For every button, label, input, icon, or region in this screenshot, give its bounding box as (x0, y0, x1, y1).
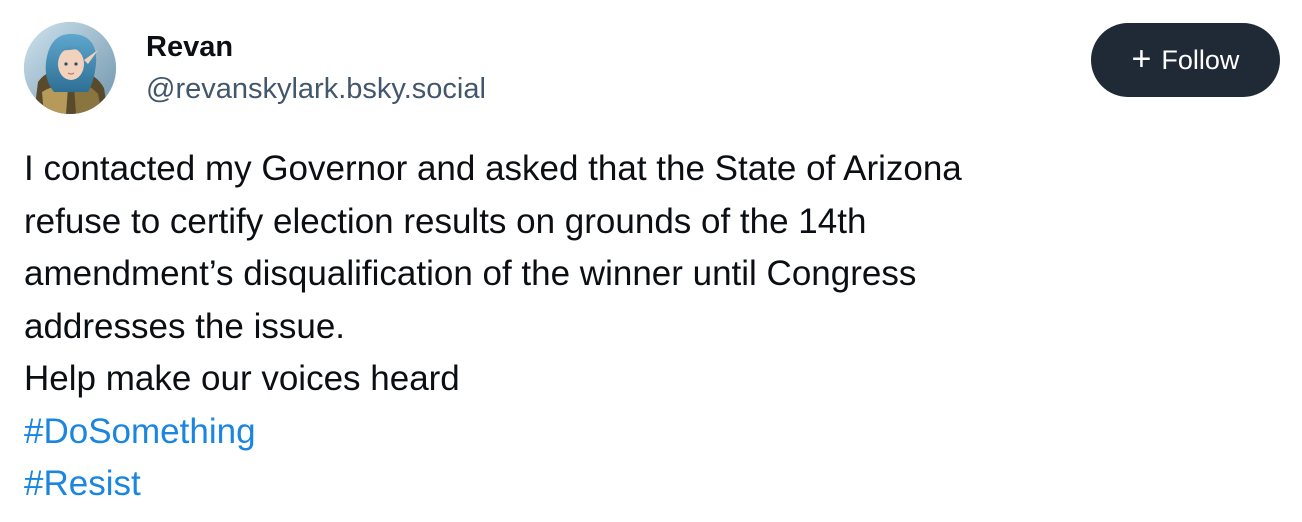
post-header: Revan @revanskylark.bsky.social (24, 22, 486, 114)
author-info: Revan @revanskylark.bsky.social (146, 29, 486, 107)
hashtag-link-resist[interactable]: #Resist (24, 458, 1264, 511)
author-handle[interactable]: @revanskylark.bsky.social (146, 71, 486, 107)
plus-icon: + (1131, 39, 1152, 78)
post-text: I contacted my Governor and asked that t… (24, 143, 1264, 511)
follow-button-label: Follow (1161, 44, 1240, 75)
post-card: Revan @revanskylark.bsky.social + Follow… (0, 0, 1302, 522)
post-text-line: I contacted my Governor and asked that t… (24, 149, 962, 188)
avatar[interactable] (24, 22, 116, 114)
post-text-line: addresses the issue. (24, 306, 346, 346)
post-text-line: Help make our voices heard (24, 359, 460, 398)
author-display-name[interactable]: Revan (146, 29, 486, 65)
post-text-line: refuse to certify election results on gr… (24, 201, 867, 241)
post-text-line: amendment’s disqualification of the winn… (24, 254, 917, 293)
follow-button[interactable]: + Follow (1091, 23, 1280, 97)
avatar-illustration-icon (24, 22, 116, 114)
hashtag-link-dosomething[interactable]: #DoSomething (24, 406, 1264, 459)
